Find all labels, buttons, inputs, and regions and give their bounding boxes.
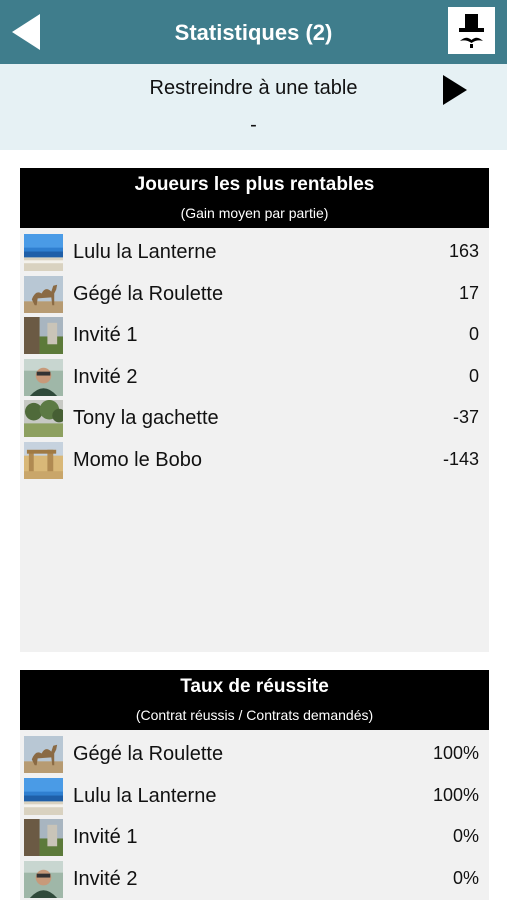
success-rate-section: Taux de réussite (Contrat réussis / Cont…	[20, 670, 489, 900]
list-item[interactable]: Lulu la Lanterne 100%	[20, 775, 489, 817]
section-subtitle: (Contrat réussis / Contrats demandés)	[135, 707, 374, 723]
select-table-button[interactable]	[440, 74, 470, 106]
player-avatar	[24, 358, 63, 396]
player-avatar	[24, 317, 63, 355]
player-name: Gégé la Roulette	[73, 743, 224, 765]
player-avatar	[24, 441, 63, 479]
list-item[interactable]: Invité 1 0%	[20, 816, 489, 858]
navigation-bar: Statistiques (2)	[0, 0, 507, 64]
list-item[interactable]: Momo le Bobo -143	[20, 439, 489, 481]
table-filter-bar: Restreindre à une table -	[0, 64, 507, 150]
list-item[interactable]: Invité 1 0	[20, 314, 489, 356]
top-hat-mustache-icon	[459, 14, 484, 48]
profitable-players-section: Joueurs les plus rentables (Gain moyen p…	[20, 168, 489, 652]
back-button[interactable]	[10, 14, 44, 50]
list-item[interactable]: Lulu la Lanterne 163	[20, 231, 489, 273]
player-value: 0%	[452, 826, 479, 847]
player-avatar	[24, 234, 63, 271]
player-name: Momo le Bobo	[73, 448, 202, 471]
player-name: Invité 2	[73, 867, 138, 890]
player-name: Invité 1	[73, 324, 138, 347]
player-value: -37	[452, 407, 479, 428]
list-item[interactable]: Gégé la Roulette 17	[20, 273, 489, 315]
list-item[interactable]: Invité 2 0%	[20, 858, 489, 900]
section-subtitle: (Gain moyen par partie)	[180, 205, 329, 221]
player-avatar	[24, 736, 63, 773]
page-title: Statistiques (2)	[174, 20, 333, 45]
player-list: Lulu la Lanterne 163 Gégé la Roulette 17…	[20, 228, 489, 481]
player-value: -143	[442, 448, 479, 469]
player-value: 0	[468, 324, 479, 345]
player-name: Lulu la Lanterne	[73, 784, 217, 807]
list-item[interactable]: Tony la gachette -37	[20, 397, 489, 439]
player-value: 100%	[432, 784, 479, 805]
player-avatar	[24, 777, 63, 815]
player-value: 17	[458, 282, 479, 303]
player-name: Tony la gachette	[73, 407, 219, 430]
player-value: 0%	[452, 867, 479, 888]
player-name: Gégé la Roulette	[73, 282, 224, 305]
filter-label: Restreindre à une table	[149, 77, 358, 99]
player-avatar	[24, 275, 63, 313]
player-value: 163	[448, 241, 479, 261]
profile-hat-button[interactable]	[448, 7, 495, 54]
section-title: Taux de réussite	[180, 676, 329, 697]
list-item[interactable]: Gégé la Roulette 100%	[20, 733, 489, 775]
section-header: Joueurs les plus rentables (Gain moyen p…	[20, 168, 489, 228]
player-list: Gégé la Roulette 100% Lulu la Lanterne 1…	[20, 730, 489, 899]
filter-value: -	[250, 114, 257, 136]
play-triangle-icon	[443, 75, 467, 105]
player-name: Invité 1	[73, 826, 138, 849]
player-name: Lulu la Lanterne	[73, 241, 217, 263]
back-arrow-icon	[12, 14, 40, 50]
section-title: Joueurs les plus rentables	[134, 174, 375, 195]
player-avatar	[24, 860, 63, 898]
player-avatar	[24, 819, 63, 857]
player-name: Invité 2	[73, 365, 138, 388]
player-value: 100%	[432, 743, 479, 763]
list-item[interactable]: Invité 2 0	[20, 356, 489, 398]
section-header: Taux de réussite (Contrat réussis / Cont…	[20, 670, 489, 730]
player-avatar	[24, 400, 63, 438]
player-value: 0	[468, 365, 479, 386]
